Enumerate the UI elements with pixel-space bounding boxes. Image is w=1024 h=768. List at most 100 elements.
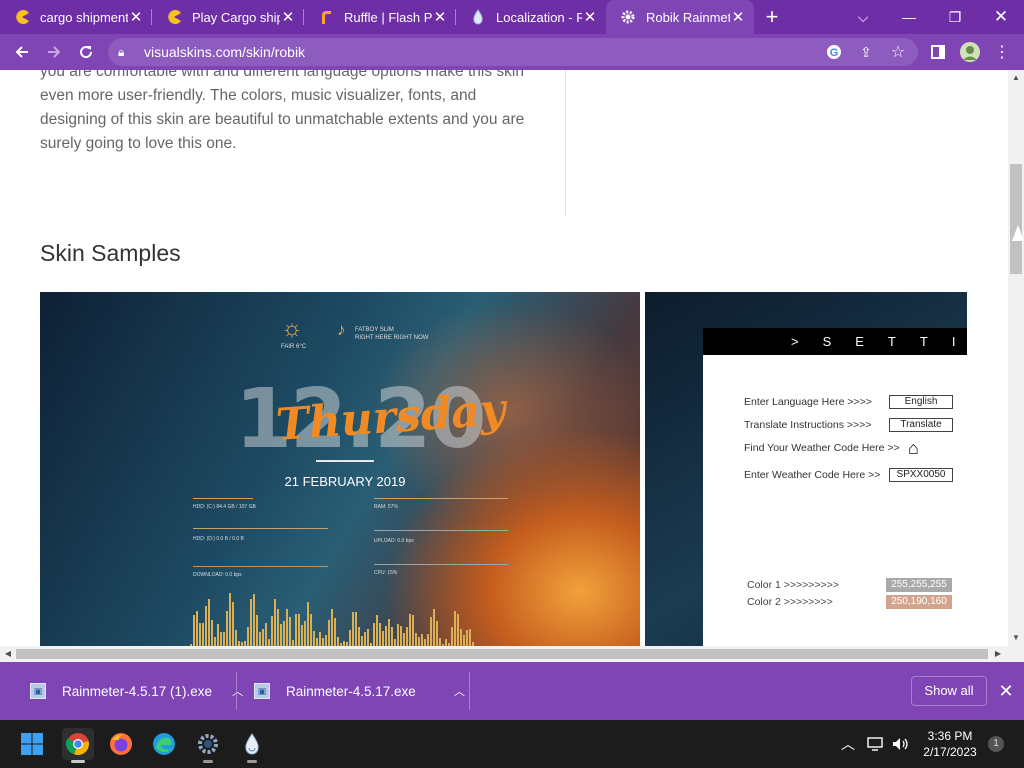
vertical-scrollbar[interactable] — [1008, 70, 1024, 662]
download-filename: Rainmeter-4.5.17.exe — [286, 683, 416, 699]
tab-localization[interactable]: Localization - Ra ✕ — [456, 0, 606, 34]
scroll-up-arrow-icon[interactable]: ▲ — [1008, 70, 1024, 86]
download-item[interactable]: ▣ Rainmeter-4.5.17.exe ︿ — [254, 662, 465, 720]
tab-title: Localization - Ra — [496, 9, 582, 25]
weather-text: FAIR 6°C — [281, 344, 307, 350]
share-icon[interactable]: ⇪ — [850, 36, 882, 68]
address-bar[interactable]: 🔒︎ visualskins.com/skin/robik — [108, 38, 918, 66]
upload-stat: UPLOAD: 0.0 bps — [374, 538, 414, 544]
installer-file-icon: ▣ — [254, 683, 270, 699]
reload-icon — [80, 46, 93, 59]
back-button[interactable] — [6, 36, 38, 68]
chevron-up-icon[interactable]: ︿ — [232, 683, 243, 699]
scroll-down-arrow-icon[interactable]: ▼ — [1008, 630, 1024, 646]
home-icon: ⌂ — [908, 438, 919, 458]
section-title: Skin Samples — [40, 240, 181, 266]
tab-play-cargo-ship[interactable]: Play Cargo ship ✕ — [152, 0, 304, 34]
download-filename: Rainmeter-4.5.17 (1).exe — [62, 683, 213, 699]
windows-taskbar: ︿ 3:36 PM 2/17/2023 — [0, 720, 1024, 768]
rainmeter-drop-icon — [470, 9, 486, 25]
forward-button[interactable] — [38, 36, 70, 68]
show-all-button[interactable]: Show all — [911, 676, 987, 706]
weather-code-find-label: Find Your Weather Code Here >> — [744, 442, 900, 454]
skin-sample-image-1[interactable]: ☼ FAIR 6°C ♪ FATBOY SLIM RIGHT HERE RIGH… — [40, 292, 640, 650]
start-button[interactable] — [16, 728, 48, 760]
clock-time: 3:36 PM — [927, 729, 973, 743]
url-text: visualskins.com/skin/robik — [144, 44, 306, 60]
tab-ruffle[interactable]: Ruffle | Flash Pla ✕ — [304, 0, 456, 34]
skin-sample-image-2[interactable]: >SETTI Enter Language Here >>>> English … — [645, 292, 967, 650]
profile-avatar[interactable] — [954, 36, 986, 68]
settings-header: >SETTI — [703, 328, 967, 355]
lock-icon: 🔒︎ — [118, 44, 125, 59]
scroll-right-arrow-icon[interactable]: ▶ — [990, 646, 1006, 662]
menu-kebab-icon[interactable]: ⋮ — [986, 36, 1018, 68]
close-icon[interactable]: ✕ — [128, 8, 144, 26]
weather-code-field: SPXX0050 — [889, 468, 953, 482]
tab-search-icon[interactable]: ⌵ — [840, 0, 886, 34]
pacman-icon — [14, 9, 30, 25]
weather-code-label: Enter Weather Code Here >> — [744, 469, 881, 481]
date-underline — [316, 460, 374, 462]
translate-row-label: Translate Instructions >>>> — [744, 419, 872, 431]
now-playing-text: FATBOY SLIM RIGHT HERE RIGHT NOW — [355, 326, 428, 342]
close-icon[interactable]: ✕ — [582, 8, 598, 26]
forward-arrow-icon — [48, 46, 61, 58]
page-viewport: you are comfortable with and different l… — [0, 70, 1008, 650]
hdd-c-stat: HDD: (C:) 84.4 GB / 107 GB — [193, 504, 256, 510]
close-icon[interactable]: ✕ — [996, 676, 1016, 706]
settings-taskbar-button[interactable] — [192, 728, 224, 763]
settings-gear-icon — [198, 734, 218, 754]
close-window-button[interactable]: ✕ — [978, 0, 1024, 34]
hdd-d-stat: HDD: (D:) 0.0 B / 0.0 B — [193, 536, 244, 542]
new-tab-button[interactable]: + — [754, 0, 790, 34]
close-icon[interactable]: ✕ — [432, 8, 448, 26]
tab-title: Play Cargo ship — [192, 9, 280, 25]
chevron-up-icon[interactable]: ︿ — [838, 720, 858, 768]
vertical-scroll-thumb[interactable] — [1010, 164, 1022, 274]
back-arrow-icon — [15, 46, 28, 58]
download-item[interactable]: ▣ Rainmeter-4.5.17 (1).exe ︿ — [30, 662, 243, 720]
color2-swatch: 250,190,160 — [886, 595, 952, 609]
date-text: 21 FEBRUARY 2019 — [284, 474, 406, 489]
browser-toolbar: 🔒︎ visualskins.com/skin/robik G ⇪ ☆ ⋮ — [0, 34, 1024, 70]
system-clock[interactable]: 3:36 PM 2/17/2023 — [918, 728, 982, 760]
download-shelf: ▣ Rainmeter-4.5.17 (1).exe ︿ ▣ Rainmeter… — [0, 662, 1024, 720]
color2-label: Color 2 >>>>>>>> — [747, 596, 833, 608]
side-panel-icon[interactable] — [922, 36, 954, 68]
translate-field: Translate — [889, 418, 953, 432]
ram-stat: RAM: 57% — [374, 504, 398, 510]
language-field: English — [889, 395, 953, 409]
chevron-up-icon[interactable]: ︿ — [454, 683, 465, 699]
reload-button[interactable] — [70, 36, 102, 68]
firefox-taskbar-button[interactable] — [105, 728, 137, 760]
close-icon[interactable]: ✕ — [280, 8, 296, 26]
edge-taskbar-button[interactable] — [148, 728, 180, 760]
scroll-left-arrow-icon[interactable]: ◀ — [0, 646, 16, 662]
gear-icon — [620, 9, 636, 25]
song-title: RIGHT HERE RIGHT NOW — [355, 335, 429, 341]
mouse-cursor-icon — [1012, 225, 1024, 241]
tab-robik-rainmeter[interactable]: Robik Rainmete ✕ — [606, 0, 754, 34]
volume-icon[interactable] — [890, 720, 912, 768]
color1-swatch: 255,255,255 — [886, 578, 952, 592]
horizontal-scroll-thumb[interactable] — [16, 649, 988, 659]
tab-title: cargo shipment — [40, 9, 128, 25]
installer-file-icon: ▣ — [30, 683, 46, 699]
rainmeter-taskbar-button[interactable] — [236, 728, 268, 763]
notification-count-badge[interactable]: 1 — [988, 736, 1004, 752]
restore-button[interactable]: ❐ — [932, 0, 978, 34]
close-icon[interactable]: ✕ — [730, 8, 746, 26]
minimize-button[interactable]: — — [886, 0, 932, 34]
edge-icon — [153, 733, 175, 755]
chrome-taskbar-button[interactable] — [62, 728, 94, 763]
rainmeter-drop-icon — [245, 733, 259, 755]
bookmark-star-icon[interactable]: ☆ — [882, 36, 914, 68]
network-icon[interactable] — [864, 720, 886, 768]
cpu-stat: CPU: 15% — [374, 570, 398, 576]
column-divider — [565, 70, 566, 216]
google-lens-icon[interactable]: G — [818, 36, 850, 68]
color1-label: Color 1 >>>>>>>>> — [747, 579, 839, 591]
tab-cargo-shipment[interactable]: cargo shipment ✕ — [0, 0, 152, 34]
ruffle-icon — [318, 9, 334, 25]
